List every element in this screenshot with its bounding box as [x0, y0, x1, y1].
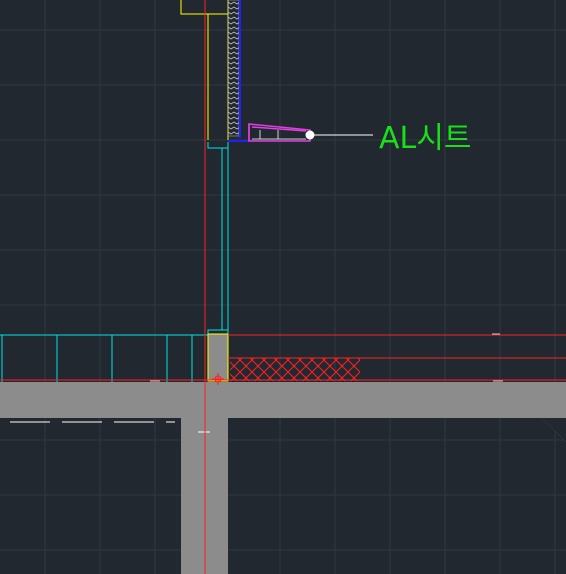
drawing-background: [0, 0, 566, 574]
annotation-leader-dot: [305, 130, 315, 140]
annotation-al-sheet-label[interactable]: AL시트: [379, 121, 471, 156]
cad-drawing-viewport[interactable]: AL시트: [0, 0, 566, 574]
wall-insulation: [227, 0, 240, 137]
mortar-hatch[interactable]: [230, 358, 360, 381]
